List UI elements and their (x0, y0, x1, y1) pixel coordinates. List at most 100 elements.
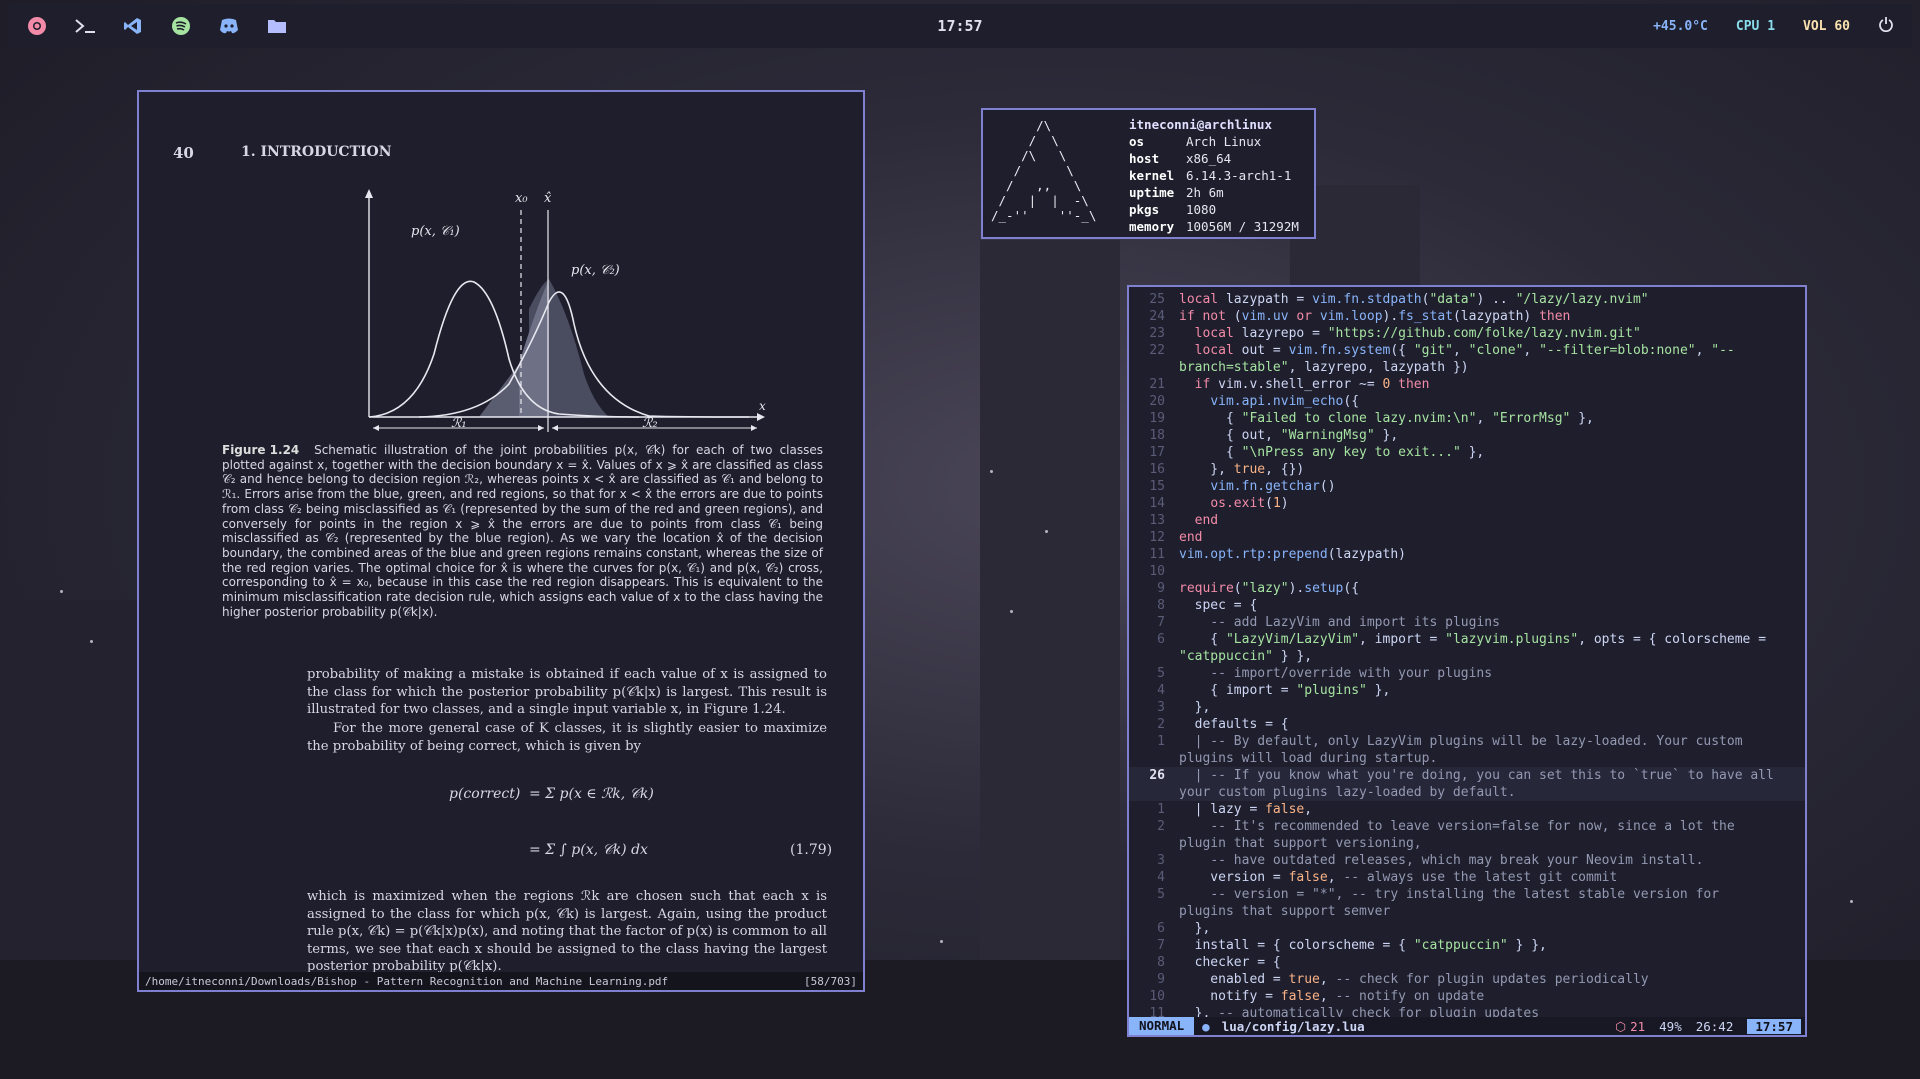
chapter-heading: 1. INTRODUCTION (241, 144, 392, 160)
code-line: 4 { import = "plugins" }, (1157, 683, 1391, 698)
pdf-page: 40 1. INTRODUCTION x₀ x̂ p(x, 𝒞₁) p(x, 𝒞… (139, 92, 863, 976)
current-line: 26 | -- If you know what you're doing, y… (1129, 767, 1805, 784)
info-row: uptime 2h 6m (1129, 185, 1224, 200)
code-line: 7 install = { colorscheme = { "catppucci… (1157, 938, 1547, 953)
neovim-window[interactable]: 25 local lazypath = vim.fn.stdpath("data"… (1127, 285, 1807, 1037)
code-line: 17 { "\nPress any key to exit..." }, (1149, 445, 1485, 460)
equation-line-1: = Σ p(x ∈ ℛk, 𝒞k) (529, 786, 654, 802)
code-editor[interactable]: 25 local lazypath = vim.fn.stdpath("data"… (1129, 291, 1805, 1022)
info-row: kernel 6.14.3-arch1-1 (1129, 168, 1292, 183)
equation-lhs: p(correct) (449, 786, 521, 802)
fastfetch-window[interactable]: /\ / \ /\ \ / \ / ,, \ / | | -\ /_-'' ''… (981, 108, 1316, 239)
cursor-position: 26:42 (1695, 1018, 1734, 1034)
pdf-status-bar: /home/itneconni/Downloads/Bishop - Patte… (139, 972, 863, 990)
info-row: host x86_64 (1129, 151, 1232, 166)
code-line: 23 local lazyrepo = "https://github.com/… (1149, 326, 1641, 341)
code-line: 4 version = false, -- always use the lat… (1157, 870, 1618, 885)
equation-number: (1.79) (790, 842, 833, 858)
warning-count: 21 (1630, 1018, 1646, 1034)
code-line: 1 | lazy = false, (1157, 802, 1313, 817)
code-line: 19 { "Failed to clone lazy.nvim:\n", "Er… (1149, 411, 1594, 426)
code-line: 25 local lazypath = vim.fn.stdpath("data"… (1149, 292, 1649, 307)
info-row: os Arch Linux (1129, 134, 1262, 149)
chromium-icon[interactable] (26, 15, 48, 37)
code-line: 1 | -- By default, only LazyVim plugins … (1157, 734, 1743, 749)
caption-label: Figure 1.24 (222, 443, 300, 457)
clock: 17:57 (937, 17, 983, 35)
paragraph-3: which is maximized when the regions ℛk a… (307, 889, 827, 974)
code-line: branch=stable", lazyrepo, lazypath }) (1179, 360, 1469, 375)
top-bar: 17:57 +45.0°C CPU 1 VOL 60 (8, 4, 1912, 48)
code-line: 5 -- version = "*", -- try installing th… (1157, 887, 1720, 902)
page-number: 40 (173, 144, 194, 162)
label-x0: x₀ (515, 191, 528, 206)
label-r2: ℛ₂ (642, 416, 658, 431)
code-line: 10 (1149, 564, 1165, 579)
system-info: itneconni@archlinux os Arch Linux host x86… (1129, 116, 1299, 235)
folder-icon[interactable] (266, 15, 288, 37)
code-line: 2 defaults = { (1157, 717, 1289, 732)
caption-text: Schematic illustration of the joint prob… (222, 443, 823, 619)
code-line: plugins will load during startup. (1179, 751, 1438, 766)
figure-caption: Figure 1.24 Schematic illustration of th… (222, 443, 823, 619)
info-row: pkgs 1080 (1129, 202, 1217, 217)
nvim-status-line: NORMAL ● lua/config/lazy.lua ⬡ 21 49% 26… (1129, 1017, 1805, 1035)
label-p-c2: p(x, 𝒞₂) (571, 263, 620, 278)
code-line: 20 vim.api.nvim_echo({ (1149, 394, 1360, 409)
code-line: 9 require("lazy").setup({ (1157, 581, 1360, 596)
figure-1-24: x₀ x̂ p(x, 𝒞₁) p(x, 𝒞₂) x ℛ₁ ℛ₂ (365, 189, 766, 432)
info-row: memory 10056M / 31292M (1129, 219, 1299, 234)
pdf-page-indicator: [58/703] (804, 974, 857, 988)
lua-icon: ● (1202, 1018, 1210, 1034)
code-line: 11 vim.opt.rtp:prepend(lazypath) (1149, 547, 1406, 562)
code-line: 14 os.exit(1) (1149, 496, 1289, 511)
vscode-icon[interactable] (122, 15, 144, 37)
code-line: 22 local out = vim.fn.system({ "git", "c… (1149, 343, 1735, 358)
terminal-icon[interactable] (74, 15, 96, 37)
package-icon: ⬡ (1615, 1018, 1627, 1034)
discord-icon[interactable] (218, 15, 240, 37)
code-line: plugin that support versioning, (1179, 836, 1422, 851)
scroll-percent: 49% (1659, 1018, 1682, 1034)
label-r1: ℛ₁ (451, 416, 467, 431)
temperature-indicator: +45.0°C (1653, 18, 1708, 34)
pdf-viewer-window[interactable]: 40 1. INTRODUCTION x₀ x̂ p(x, 𝒞₁) p(x, 𝒞… (137, 90, 865, 992)
code-line: 2 -- It's recommended to leave version=f… (1157, 819, 1735, 834)
file-path: lua/config/lazy.lua (1221, 1018, 1365, 1034)
power-icon[interactable] (1878, 16, 1894, 36)
code-line: 21 if vim.v.shell_error ~= 0 then (1149, 377, 1430, 392)
code-line: 6 }, (1157, 921, 1211, 936)
paragraph-2: For the more general case of K classes, … (307, 721, 827, 754)
code-line: 8 checker = { (1157, 955, 1281, 970)
label-p-c1: p(x, 𝒞₁) (411, 224, 460, 239)
code-line: 9 enabled = true, -- check for plugin up… (1157, 972, 1649, 987)
code-line: 6 { "LazyVim/LazyVim", import = "lazyvim… (1157, 632, 1767, 647)
code-line: 24 if not (vim.uv or vim.loop).fs_stat(la… (1149, 309, 1571, 324)
label-x: x (759, 399, 766, 413)
status-time: 17:57 (1747, 1018, 1801, 1034)
code-line: plugins that support semver (1179, 904, 1391, 919)
label-xhat: x̂ (544, 191, 552, 206)
code-line: 12 end (1149, 530, 1203, 545)
code-line: 10 notify = false, -- notify on update (1149, 989, 1485, 1004)
code-line: 3 -- have outdated releases, which may b… (1157, 853, 1704, 868)
code-line: 8 spec = { (1157, 598, 1258, 613)
code-line: 7 -- add LazyVim and import its plugins (1157, 615, 1500, 630)
volume-indicator[interactable]: VOL 60 (1803, 19, 1850, 34)
pdf-file-path: /home/itneconni/Downloads/Bishop - Patte… (145, 974, 669, 988)
spotify-icon[interactable] (170, 15, 192, 37)
code-line: 13 end (1149, 513, 1219, 528)
arch-logo: /\ / \ /\ \ / \ / ,, \ / | | -\ /_-'' ''… (991, 118, 1097, 223)
code-line: 15 vim.fn.getchar() (1149, 479, 1336, 494)
current-line: your custom plugins lazy-loaded by defau… (1129, 784, 1805, 801)
paragraph-1: probability of making a mistake is obtai… (307, 667, 827, 717)
user-host: itneconni@archlinux (1129, 117, 1272, 132)
cpu-indicator: CPU 1 (1735, 18, 1776, 34)
code-line: 18 { out, "WarningMsg" }, (1149, 428, 1399, 443)
code-line: 3 }, (1157, 700, 1211, 715)
mode-indicator: NORMAL (1129, 1017, 1195, 1035)
equation-line-2: = Σ ∫ p(x, 𝒞k) dx (529, 842, 648, 858)
code-line: 5 -- import/override with your plugins (1157, 666, 1493, 681)
code-line: "catppuccin" } }, (1179, 649, 1313, 664)
code-line: 16 }, true, {}) (1149, 462, 1305, 477)
